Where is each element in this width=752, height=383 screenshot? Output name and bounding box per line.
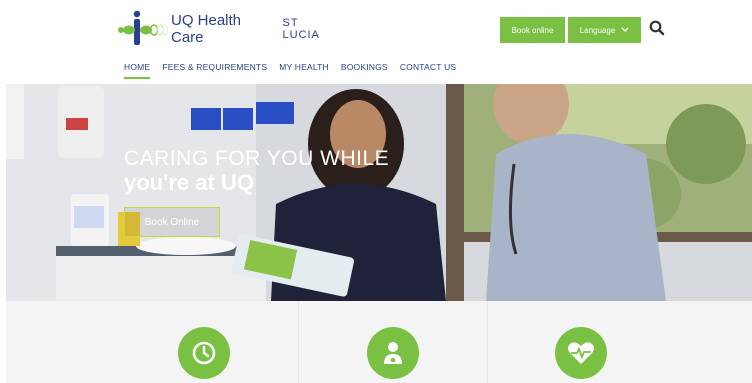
hero-book-online-button[interactable]: Book Online <box>124 207 220 237</box>
language-dropdown[interactable]: Language <box>568 17 641 43</box>
nav-item-contact-us[interactable]: CONTACT US <box>400 62 456 76</box>
logo[interactable]: UQ Health Care ST LUCIA <box>117 10 337 48</box>
logo-mark-icon <box>117 10 169 48</box>
book-online-button[interactable]: Book online <box>500 17 565 43</box>
feature-divider <box>487 301 488 383</box>
language-label: Language <box>579 25 616 35</box>
nav-item-bookings[interactable]: BOOKINGS <box>341 62 388 76</box>
nav-item-my-health[interactable]: MY HEALTH <box>279 62 329 76</box>
clock-icon[interactable] <box>178 327 230 379</box>
heartbeat-icon[interactable] <box>555 327 607 379</box>
feature-divider <box>298 301 299 383</box>
brand-campus: ST LUCIA <box>282 17 320 41</box>
search-icon[interactable] <box>648 19 666 37</box>
hero-heading-line2: you're at UQ <box>124 170 254 195</box>
hero-banner: CARING FOR YOU WHILE you're at UQ Book O… <box>6 84 752 301</box>
hero-heading-line1: CARING FOR YOU WHILE <box>124 147 390 170</box>
chevron-down-icon <box>621 27 629 32</box>
site-header: UQ Health Care ST LUCIA Book online Lang… <box>0 0 752 84</box>
doctor-icon[interactable] <box>367 327 419 379</box>
brand-name: UQ Health Care <box>171 12 242 46</box>
nav-item-home[interactable]: HOME <box>124 62 151 79</box>
hero-photo <box>6 84 752 301</box>
features-row <box>6 301 752 383</box>
nav-item-fees-requirements[interactable]: FEES & REQUIREMENTS <box>162 62 267 76</box>
main-nav: HOME FEES & REQUIREMENTS MY HEALTH BOOKI… <box>124 62 456 79</box>
